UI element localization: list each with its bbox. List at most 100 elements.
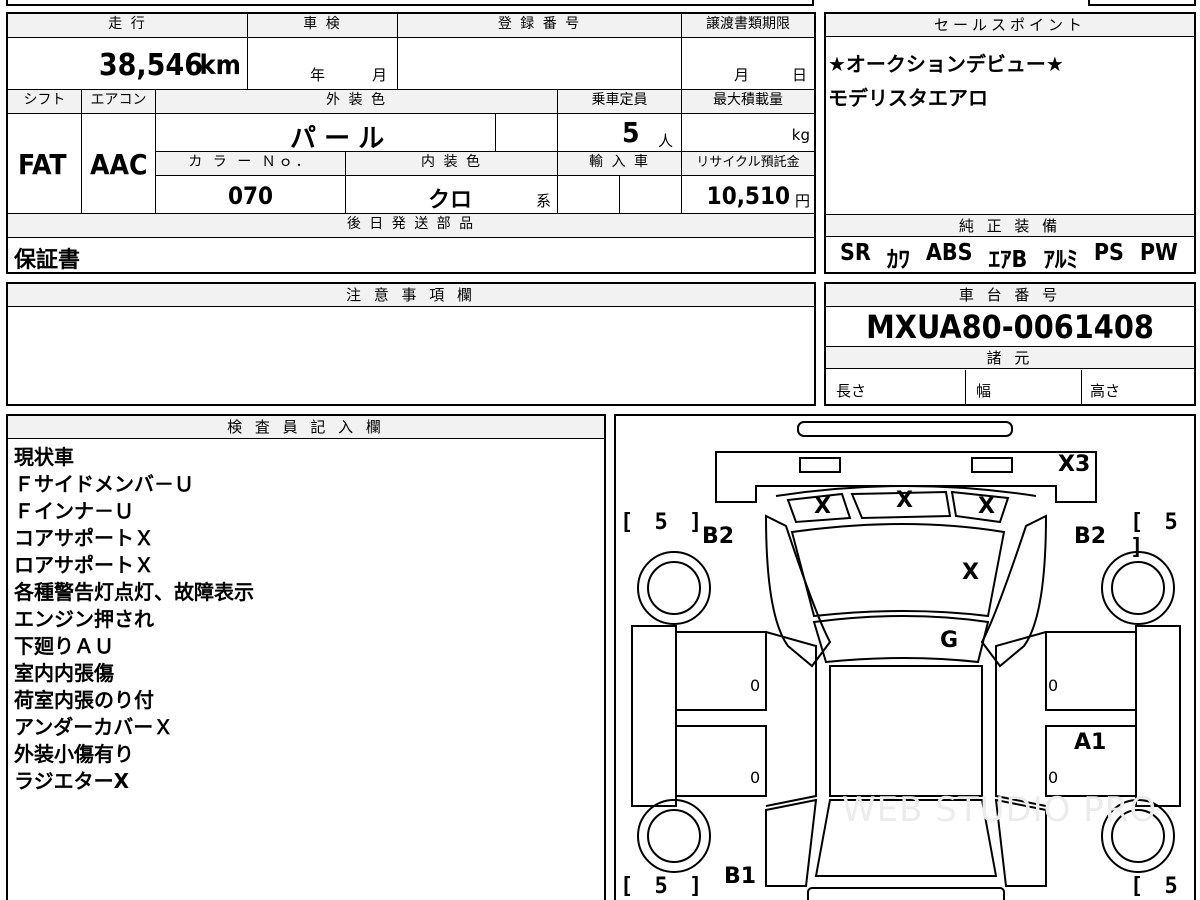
- spec-length-cell: 長さ: [826, 370, 966, 404]
- inspection-label: 車 検: [248, 14, 398, 38]
- deadline-month: 月: [734, 66, 750, 84]
- import-label: 輸 入 車: [558, 152, 682, 176]
- inspector-line: 荷室内張のり付: [14, 688, 154, 712]
- headlight-right: [971, 457, 1013, 473]
- tire-rear-right: [ 5 ]: [1130, 874, 1182, 900]
- inspection-month: 月: [372, 66, 388, 84]
- cabin: [829, 665, 983, 797]
- genuine-equipment-list: SR ｶﾜ ABS ｴｱB ｱﾙﾐ PS PW: [840, 240, 1178, 274]
- recycle-value: 10,510: [706, 182, 790, 210]
- mark-o4: 0: [1048, 768, 1059, 787]
- inspection-cell: 年 月: [248, 38, 398, 90]
- interior-color-suffix: 系: [536, 192, 552, 210]
- rear-quarter-left: [765, 798, 818, 887]
- notes-value: [8, 307, 814, 315]
- mileage-value: 38,546: [98, 48, 203, 83]
- inspector-line: 現状車: [14, 445, 74, 469]
- equip-pw: PW: [1139, 240, 1178, 266]
- vehicle-info-box: 走 行 車 検 登 録 番 号 譲渡書類期限 38,546 km 年 月 月 日…: [6, 12, 816, 274]
- registration-cell: [398, 38, 682, 90]
- color-no-value: 070: [228, 182, 274, 210]
- side-left: [631, 625, 677, 807]
- interior-color-label: 内 装 色: [346, 152, 558, 176]
- chassis-number-label: 車 台 番 号: [826, 284, 1194, 307]
- mileage-cell: 38,546 km: [8, 38, 248, 90]
- capacity-cell: 5 人: [558, 114, 682, 152]
- mark-ws-left: X: [814, 494, 831, 519]
- color-no-label: カ ラ ー Ｎｏ．: [156, 152, 346, 176]
- wheel-rear-left-inner: [647, 809, 701, 863]
- pillar-right: [995, 631, 1047, 807]
- capacity-value: 5: [622, 116, 640, 149]
- inspector-line: 下廻りＡＵ: [14, 634, 114, 658]
- sales-point-line-1: ★オークションデビュー★: [828, 52, 1064, 76]
- pillar-left: [765, 631, 817, 807]
- spec-height-label: 高さ: [1090, 382, 1121, 400]
- recycle-cell: 10,510 円: [682, 176, 814, 214]
- aircon-value: AAC: [90, 148, 148, 181]
- spec-length-label: 長さ: [836, 382, 867, 400]
- mark-o2: 0: [1048, 676, 1059, 695]
- parts-shipping-value: 保証書: [14, 248, 81, 273]
- exterior-color-extra: [496, 114, 558, 152]
- wheel-front-right-inner: [1111, 561, 1165, 615]
- inspector-line: ロアサポートＸ: [14, 553, 154, 577]
- inspector-line: コアサポートＸ: [14, 526, 154, 550]
- sales-points-box: セールスポイント ★オークションデビュー★ モデリスタエアロ 純 正 装 備 S…: [824, 12, 1196, 274]
- tire-front-right: [ 5 ]: [1130, 510, 1182, 560]
- inspection-year: 年: [310, 66, 326, 84]
- notes-box: 注 意 事 項 欄: [6, 282, 816, 406]
- chassis-number-value: MXUA80-0061408: [866, 308, 1154, 346]
- recycle-unit: 円: [794, 192, 810, 210]
- equip-abs: ABS: [925, 240, 973, 266]
- equip-airbag: ｴｱB: [988, 247, 1028, 273]
- capacity-label: 乗車定員: [558, 90, 682, 114]
- recycle-label: リサイクル預託金: [682, 152, 814, 176]
- mark-o3: 0: [750, 768, 761, 787]
- door-front-left: [675, 631, 767, 711]
- mark-ws-mid: X: [896, 488, 913, 513]
- max-load-unit: kg: [791, 126, 810, 144]
- equip-ps: PS: [1093, 240, 1124, 266]
- tire-front-left: [ 5 ]: [620, 510, 707, 535]
- wheel-front-left-inner: [647, 561, 701, 615]
- roof: [812, 615, 990, 664]
- transfer-deadline-label: 譲渡書類期限: [682, 14, 814, 38]
- inspector-line: 外装小傷有り: [14, 742, 134, 766]
- mark-b1: B1: [724, 864, 757, 889]
- exterior-color-cell: パ ー ル: [156, 114, 496, 154]
- interior-color-value: クロ: [428, 188, 473, 213]
- max-load-label: 最大積載量: [682, 90, 814, 114]
- mileage-label: 走 行: [8, 14, 248, 38]
- spec-width-label: 幅: [976, 382, 992, 400]
- mark-roof: G: [940, 628, 959, 653]
- mark-b2-left: B2: [702, 524, 735, 549]
- door-front-right: [1045, 631, 1137, 711]
- equip-sr: SR: [840, 240, 871, 266]
- shift-label: シフト: [8, 90, 82, 114]
- watermark: WEB STUDIO PRO: [842, 790, 1158, 830]
- mark-o1: 0: [750, 676, 761, 695]
- mark-hood: X: [962, 560, 979, 585]
- registration-label: 登 録 番 号: [398, 14, 682, 38]
- aircon-label: エアコン: [82, 90, 156, 114]
- mark-x3: X3: [1058, 452, 1091, 477]
- shift-value: FAT: [18, 148, 67, 181]
- inspector-line: エンジン押され: [14, 607, 154, 631]
- inspector-lines: 現状車 Ｆサイドメンバ－Ｕ Ｆインナ－Ｕ コアサポートＸ ロアサポートＸ 各種警…: [14, 444, 254, 795]
- equip-leather: ｶﾜ: [886, 247, 910, 273]
- specs-label: 諸 元: [826, 346, 1194, 369]
- parts-shipping-label: 後 日 発 送 部 品: [8, 214, 814, 238]
- shift-cell: FAT: [8, 114, 82, 214]
- import-cell-b: [620, 176, 682, 214]
- mark-ws-right: X: [978, 494, 995, 519]
- inspector-label: 検 査 員 記 入 欄: [8, 416, 604, 439]
- side-right: [1135, 625, 1181, 807]
- color-no-cell: 070: [156, 176, 346, 214]
- front-bumper: [797, 421, 1013, 437]
- max-load-cell: kg: [682, 114, 814, 152]
- spec-height-cell: 高さ: [1082, 370, 1194, 404]
- mark-b2-right: B2: [1074, 524, 1107, 549]
- sales-points-label: セールスポイント: [826, 14, 1194, 37]
- exterior-color-label: 外 装 色: [156, 90, 558, 114]
